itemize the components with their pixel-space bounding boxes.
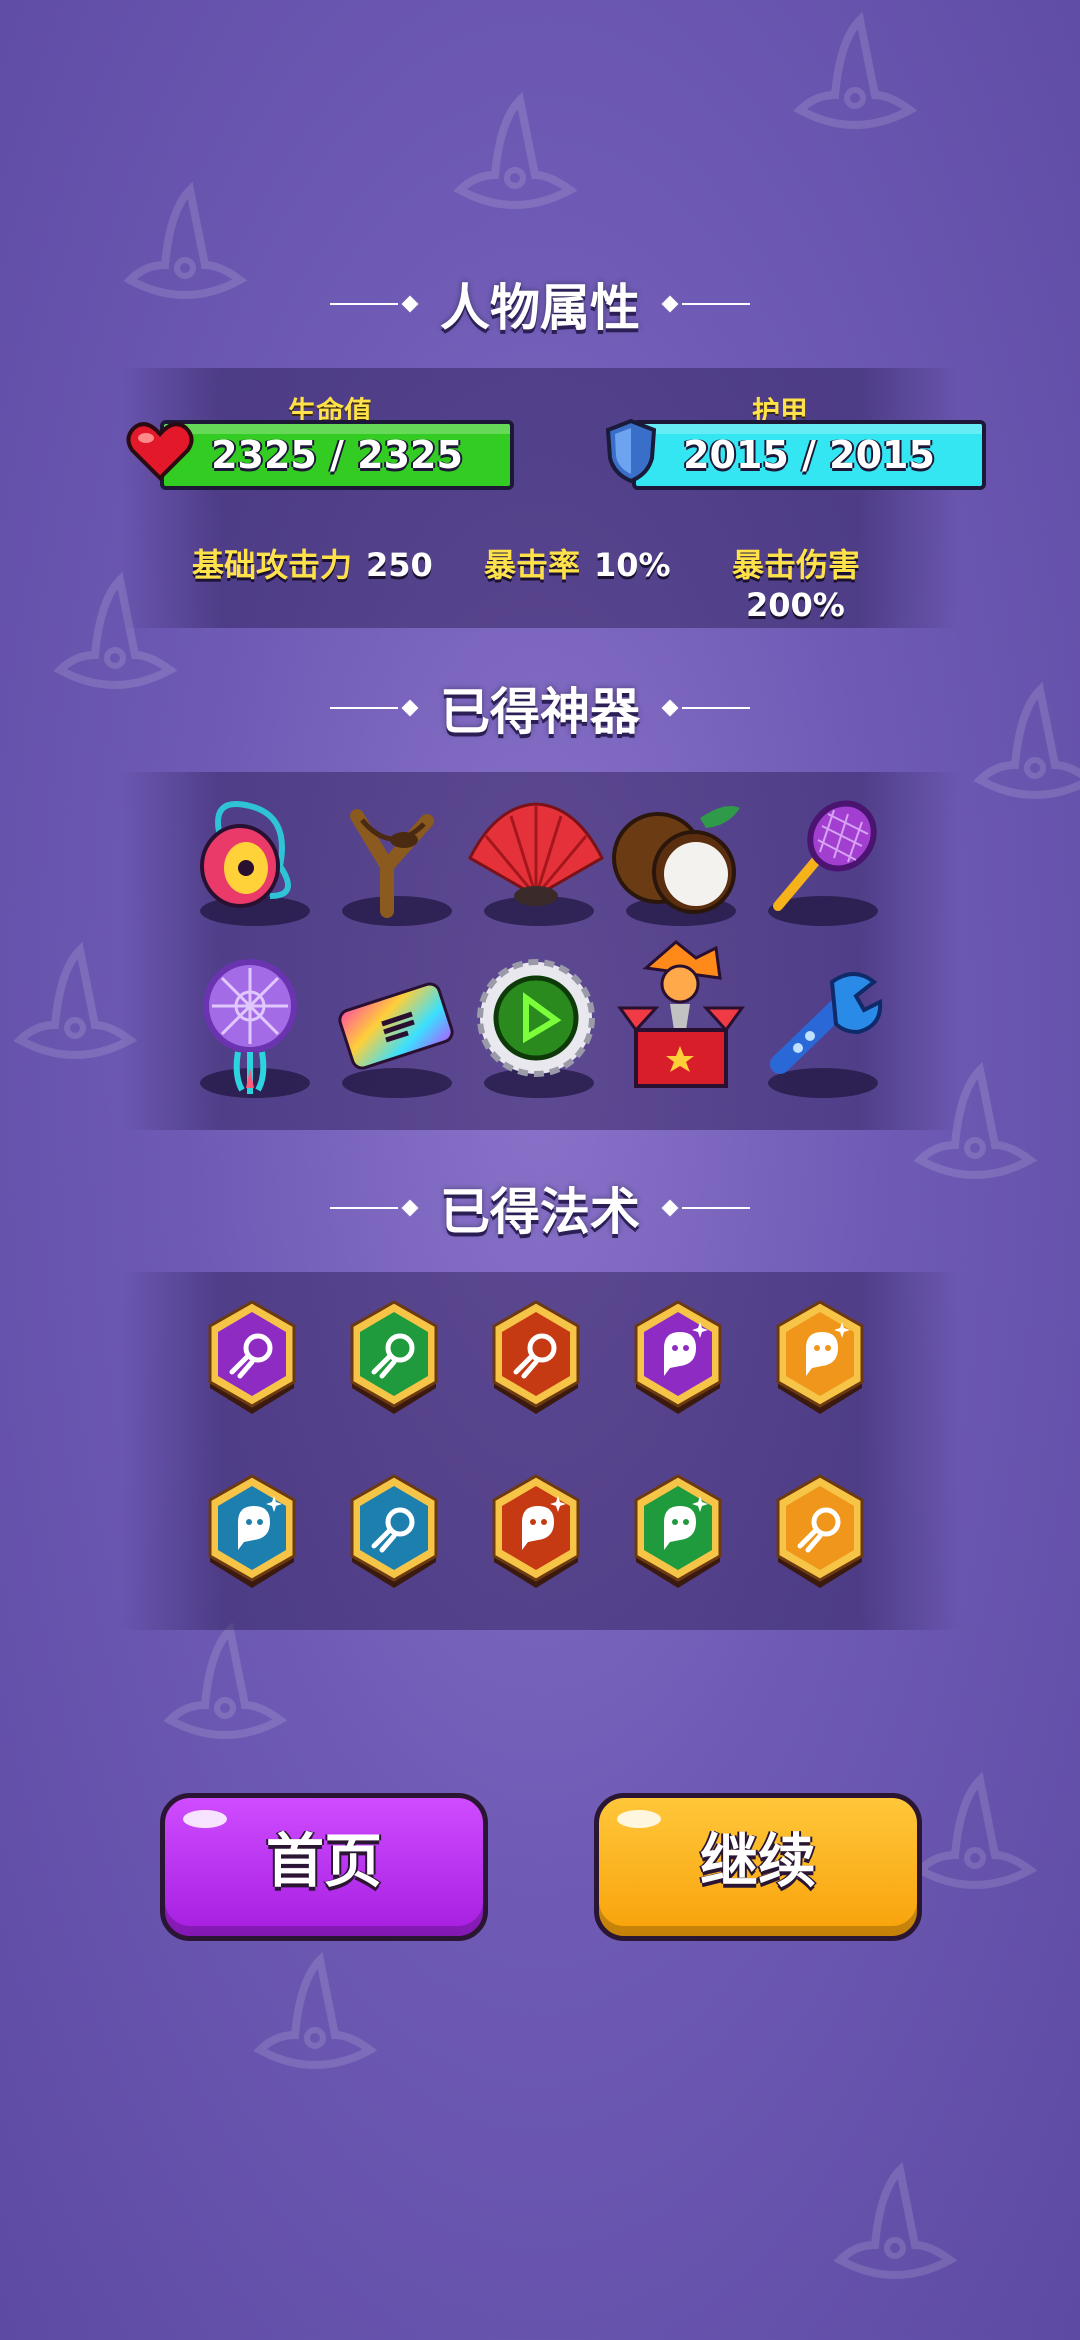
spell-item[interactable] (344, 1472, 444, 1592)
stat-crit-rate: 暴击率 10% (484, 540, 671, 586)
spell-item[interactable] (202, 1298, 302, 1418)
hat-watermark-icon (163, 1621, 288, 1739)
artifact-dreamcatcher[interactable] (190, 959, 310, 1098)
attributes-section-title-row: 人物属性 (0, 268, 1080, 340)
stat-value: 250 (366, 546, 433, 584)
spells-section-title-row: 已得法术 (0, 1172, 1080, 1244)
artifact-racket[interactable] (758, 796, 878, 926)
spell-item[interactable] (628, 1298, 728, 1418)
stat-label: 暴击伤害 (732, 546, 861, 584)
title-ornament-left (330, 295, 420, 313)
armor-bar: 2015 / 2015 (632, 420, 986, 490)
attributes-panel: 生命值 2325 / 2325 护甲 2015 / 2015 基础攻击力 250 … (120, 368, 986, 628)
spell-item[interactable] (486, 1472, 586, 1592)
yoyo-icon (200, 801, 291, 908)
artifact-slingshot[interactable] (332, 796, 452, 926)
ghost-spell-icon (776, 1300, 864, 1414)
dreamcatcher-icon (203, 959, 297, 1094)
armor-value: 2015 / 2015 (683, 433, 935, 477)
artifact-yoyo[interactable] (190, 796, 310, 926)
racket-icon (773, 800, 877, 911)
stat-value: 200% (746, 586, 845, 624)
stat-value: 10% (594, 546, 671, 584)
ghost-spell-icon (492, 1474, 580, 1588)
hat-watermark-icon (253, 1951, 378, 2069)
shield-icon (605, 418, 657, 484)
spells-title: 已得法术 (440, 1183, 640, 1241)
artifact-jack-in-box[interactable] (616, 940, 745, 1098)
wrench-icon (770, 972, 883, 1074)
rainbow-ticket-icon (338, 982, 454, 1070)
stat-crit-damage: 暴击伤害200% (732, 540, 960, 624)
spells-panel (120, 1272, 960, 1630)
artifacts-panel (120, 772, 960, 1130)
home-button-label: 首页 (265, 1827, 382, 1895)
comet-spell-icon (208, 1300, 296, 1414)
comet-spell-icon (350, 1300, 438, 1414)
button-gloss (183, 1810, 227, 1828)
title-ornament-left (330, 1199, 420, 1217)
artifact-rainbow-ticket[interactable] (332, 968, 454, 1098)
spell-item[interactable] (628, 1472, 728, 1592)
hp-bar: 2325 / 2325 (160, 420, 514, 490)
hat-watermark-icon (913, 1771, 1038, 1889)
home-button[interactable]: 首页 (160, 1793, 488, 1941)
stat-base-attack: 基础攻击力 250 (192, 540, 433, 586)
jack-in-box-icon (617, 940, 745, 1088)
hp-value: 2325 / 2325 (211, 433, 463, 477)
ghost-spell-icon (634, 1300, 722, 1414)
hat-watermark-icon (833, 2161, 958, 2279)
artifact-fan[interactable] (468, 796, 604, 926)
spell-item[interactable] (202, 1472, 302, 1592)
spell-item[interactable] (344, 1298, 444, 1418)
artifact-bottlecap[interactable] (474, 959, 595, 1098)
ghost-spell-icon (634, 1474, 722, 1588)
continue-button[interactable]: 继续 (594, 1793, 922, 1941)
title-ornament-right (660, 699, 750, 717)
spell-item[interactable] (486, 1298, 586, 1418)
continue-button-label: 继续 (699, 1827, 816, 1895)
spell-item[interactable] (770, 1298, 870, 1418)
fan-icon (468, 802, 604, 906)
bottlecap-icon (477, 959, 595, 1077)
title-ornament-right (660, 1199, 750, 1217)
comet-spell-icon (492, 1300, 580, 1414)
title-ornament-left (330, 699, 420, 717)
coconut-icon (612, 805, 740, 914)
title-ornament-right (660, 295, 750, 313)
hat-watermark-icon (793, 11, 918, 129)
ghost-spell-icon (208, 1474, 296, 1588)
stat-label: 暴击率 (484, 546, 581, 584)
stat-label: 基础攻击力 (192, 546, 353, 584)
artifacts-section-title-row: 已得神器 (0, 672, 1080, 744)
hat-watermark-icon (453, 91, 578, 209)
spell-item[interactable] (770, 1472, 870, 1592)
artifacts-title: 已得神器 (440, 683, 640, 741)
button-gloss (617, 1810, 661, 1828)
attributes-title: 人物属性 (440, 279, 640, 337)
slingshot-icon (350, 809, 434, 918)
artifact-wrench[interactable] (758, 968, 883, 1098)
artifact-coconut[interactable] (612, 796, 740, 926)
comet-spell-icon (776, 1474, 864, 1588)
comet-spell-icon (350, 1474, 438, 1588)
heart-icon (126, 422, 194, 481)
